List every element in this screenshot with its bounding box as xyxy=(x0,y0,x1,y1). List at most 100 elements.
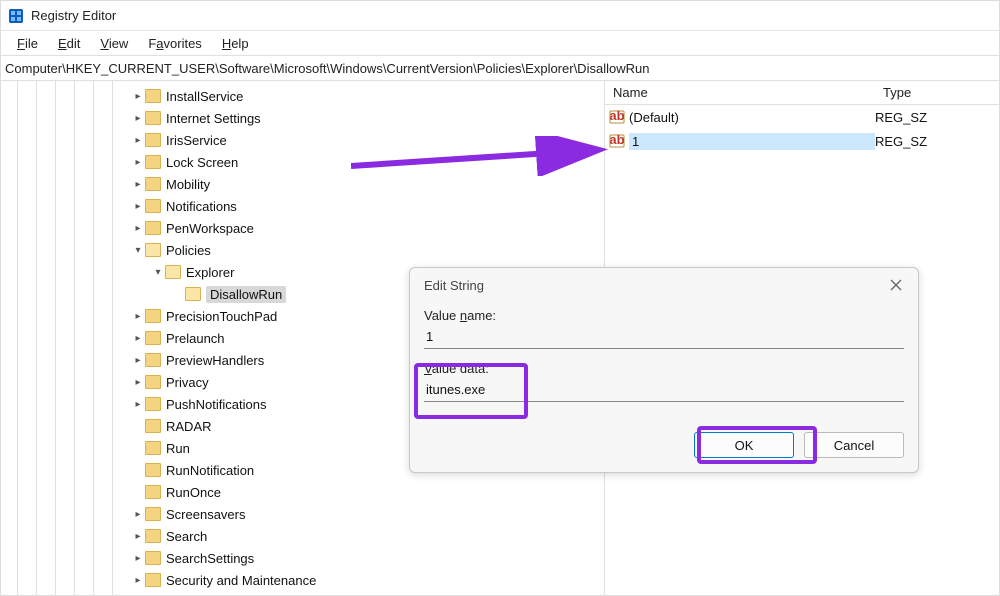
folder-icon xyxy=(145,397,161,411)
menubar: File Edit View Favorites Help xyxy=(1,31,999,55)
folder-icon xyxy=(145,89,161,103)
tree-item-label: Screensavers xyxy=(166,507,245,522)
svg-text:ab: ab xyxy=(609,109,624,123)
tree-item-label: PushNotifications xyxy=(166,397,266,412)
tree-item-label: SearchSettings xyxy=(166,551,254,566)
chevron-icon[interactable]: ▾ xyxy=(131,245,145,256)
chevron-icon[interactable]: ▸ xyxy=(131,201,145,212)
folder-icon xyxy=(145,331,161,345)
tree-item-label: Lock Screen xyxy=(166,155,238,170)
list-row[interactable]: ab (Default)REG_SZ xyxy=(605,105,999,129)
tree-item-label: PrecisionTouchPad xyxy=(166,309,277,324)
folder-icon xyxy=(145,309,161,323)
folder-icon xyxy=(145,441,161,455)
chevron-icon[interactable]: ▸ xyxy=(131,377,145,388)
chevron-icon[interactable]: ▸ xyxy=(131,157,145,168)
folder-icon xyxy=(145,529,161,543)
app-icon xyxy=(7,7,25,25)
col-name-header[interactable]: Name xyxy=(605,85,875,100)
chevron-icon[interactable]: ▸ xyxy=(131,333,145,344)
chevron-icon[interactable]: ▸ xyxy=(131,355,145,366)
tree-item-label: DisallowRun xyxy=(210,287,282,302)
tree-item-label: Notifications xyxy=(166,199,237,214)
list-item-type: REG_SZ xyxy=(875,110,927,125)
folder-icon xyxy=(145,243,161,257)
folder-icon xyxy=(145,177,161,191)
chevron-icon[interactable]: ▾ xyxy=(151,267,165,278)
tree-item-internet-settings[interactable]: ▸ Internet Settings xyxy=(1,107,604,129)
tree-item-screensavers[interactable]: ▸ Screensavers xyxy=(1,503,604,525)
value-name-input[interactable] xyxy=(424,325,904,349)
list-header: Name Type xyxy=(605,81,999,105)
value-data-input[interactable] xyxy=(424,378,904,402)
tree-item-label: Mobility xyxy=(166,177,210,192)
tree-item-label: RADAR xyxy=(166,419,212,434)
tree-item-searchsettings[interactable]: ▸ SearchSettings xyxy=(1,547,604,569)
value-data-label: Value data: xyxy=(424,361,904,376)
list-item-type: REG_SZ xyxy=(875,134,927,149)
close-icon[interactable] xyxy=(884,273,908,297)
tree-item-label: Prelaunch xyxy=(166,331,225,346)
cancel-button[interactable]: Cancel xyxy=(804,432,904,458)
string-value-icon: ab xyxy=(609,109,625,125)
folder-icon xyxy=(145,573,161,587)
chevron-icon[interactable]: ▸ xyxy=(131,91,145,102)
menu-help[interactable]: Help xyxy=(212,34,259,53)
chevron-icon[interactable]: ▸ xyxy=(131,179,145,190)
folder-icon xyxy=(145,463,161,477)
menu-file[interactable]: File xyxy=(7,34,48,53)
tree-item-search[interactable]: ▸ Search xyxy=(1,525,604,547)
chevron-icon[interactable]: ▸ xyxy=(131,399,145,410)
tree-item-runonce[interactable]: RunOnce xyxy=(1,481,604,503)
address-text: Computer\HKEY_CURRENT_USER\Software\Micr… xyxy=(5,61,649,76)
chevron-icon[interactable]: ▸ xyxy=(131,223,145,234)
svg-text:ab: ab xyxy=(609,133,624,147)
folder-icon xyxy=(165,265,181,279)
chevron-icon[interactable]: ▸ xyxy=(131,509,145,520)
tree-item-security-and-maintenance[interactable]: ▸ Security and Maintenance xyxy=(1,569,604,591)
tree-item-label: Search xyxy=(166,529,207,544)
folder-icon xyxy=(145,353,161,367)
chevron-icon[interactable]: ▸ xyxy=(131,311,145,322)
address-bar[interactable]: Computer\HKEY_CURRENT_USER\Software\Micr… xyxy=(1,55,999,81)
chevron-icon[interactable]: ▸ xyxy=(131,113,145,124)
chevron-icon[interactable]: ▸ xyxy=(131,135,145,146)
titlebar: Registry Editor xyxy=(1,1,999,31)
tree-item-label: Run xyxy=(166,441,190,456)
folder-icon xyxy=(145,155,161,169)
folder-icon xyxy=(145,485,161,499)
col-type-header[interactable]: Type xyxy=(875,85,999,100)
menu-favorites[interactable]: Favorites xyxy=(138,34,211,53)
tree-item-label: InstallService xyxy=(166,89,243,104)
folder-icon xyxy=(145,419,161,433)
list-row[interactable]: ab 1REG_SZ xyxy=(605,129,999,153)
tree-item-lock-screen[interactable]: ▸ Lock Screen xyxy=(1,151,604,173)
menu-view[interactable]: View xyxy=(90,34,138,53)
chevron-icon[interactable]: ▸ xyxy=(131,575,145,586)
tree-item-penworkspace[interactable]: ▸ PenWorkspace xyxy=(1,217,604,239)
tree-item-installservice[interactable]: ▸ InstallService xyxy=(1,85,604,107)
tree-item-label: Policies xyxy=(166,243,211,258)
tree-item-label: Privacy xyxy=(166,375,209,390)
tree-item-label: Internet Settings xyxy=(166,111,261,126)
tree-item-label: PenWorkspace xyxy=(166,221,254,236)
menu-edit[interactable]: Edit xyxy=(48,34,90,53)
tree-item-label: Security and Maintenance xyxy=(166,573,316,588)
tree-item-irisservice[interactable]: ▸ IrisService xyxy=(1,129,604,151)
tree-item-notifications[interactable]: ▸ Notifications xyxy=(1,195,604,217)
dialog-title-text: Edit String xyxy=(424,278,484,293)
folder-icon xyxy=(145,221,161,235)
tree-item-mobility[interactable]: ▸ Mobility xyxy=(1,173,604,195)
tree-item-label: Explorer xyxy=(186,265,234,280)
tree-item-policies[interactable]: ▾ Policies xyxy=(1,239,604,261)
list-item-name: 1 xyxy=(629,133,875,150)
tree-item-label: IrisService xyxy=(166,133,227,148)
folder-icon xyxy=(145,507,161,521)
folder-icon xyxy=(145,111,161,125)
chevron-icon[interactable]: ▸ xyxy=(131,531,145,542)
ok-button[interactable]: OK xyxy=(694,432,794,458)
list-item-name: (Default) xyxy=(629,110,875,125)
chevron-icon[interactable]: ▸ xyxy=(131,553,145,564)
dialog-titlebar: Edit String xyxy=(410,268,918,302)
tree-item-label: PreviewHandlers xyxy=(166,353,264,368)
